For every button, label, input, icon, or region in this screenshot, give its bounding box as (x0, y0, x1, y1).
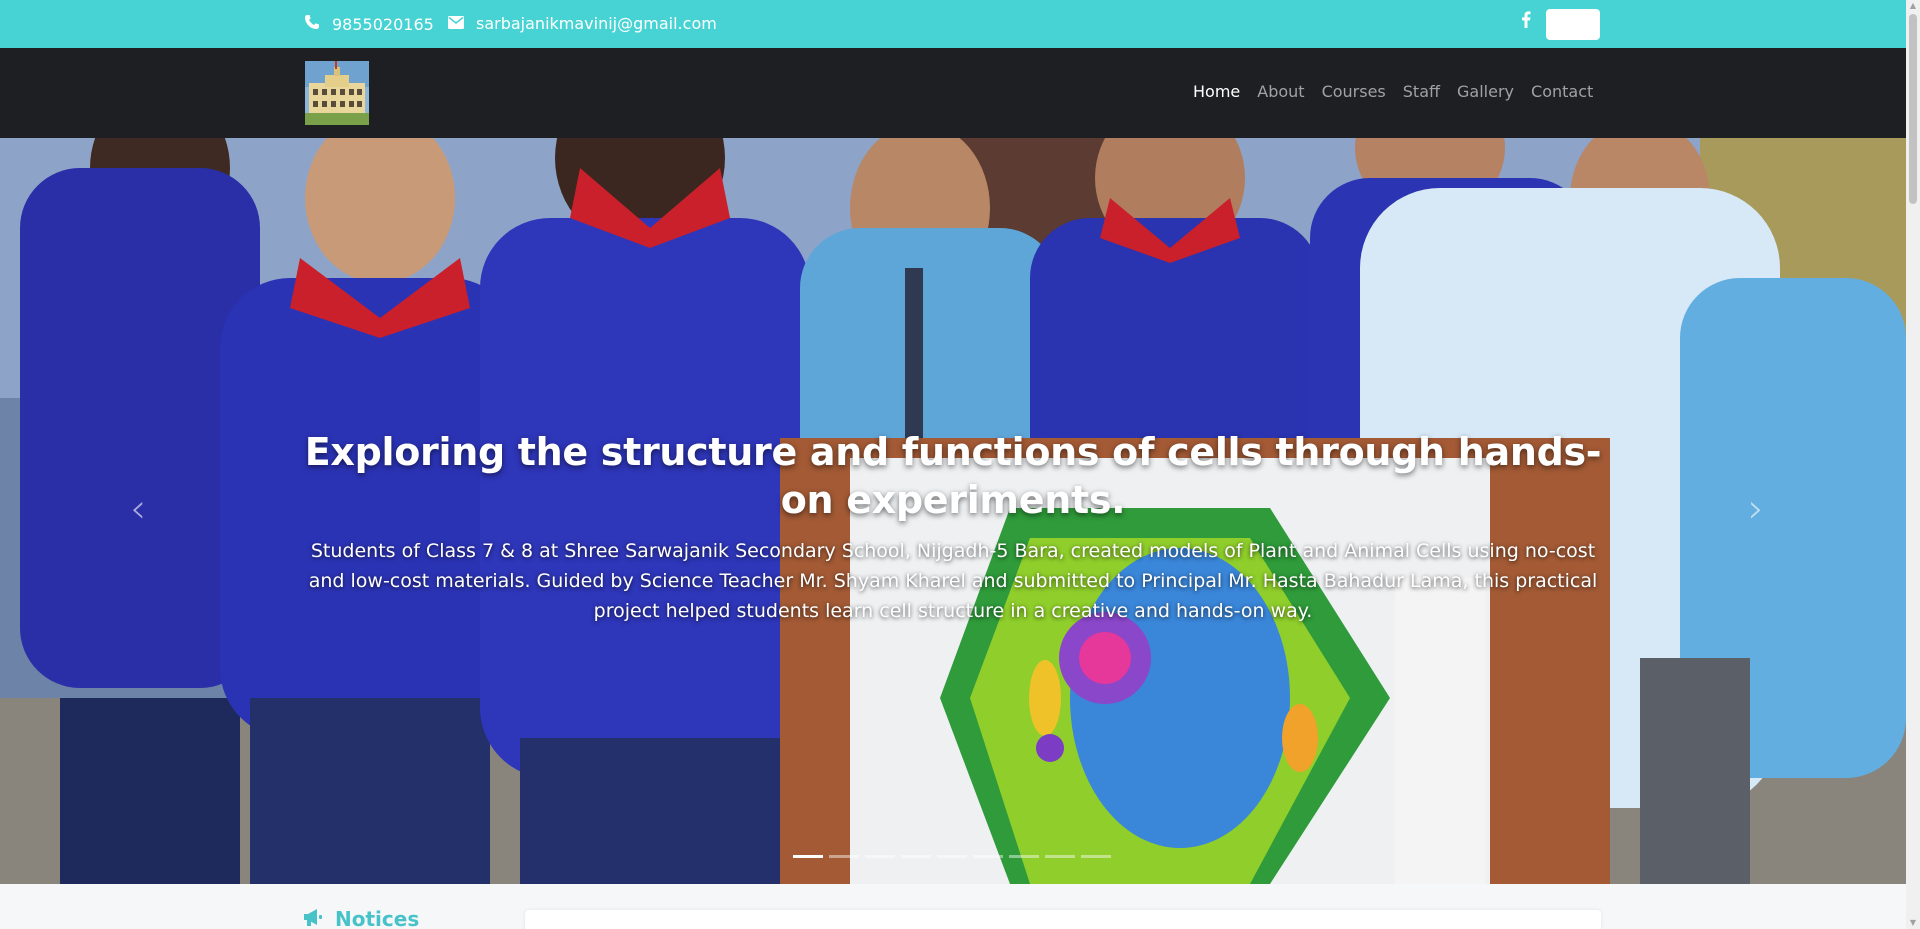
nav-about[interactable]: About (1257, 82, 1304, 101)
carousel-indicator[interactable] (1081, 855, 1111, 858)
main-nav: Home About Courses Staff Gallery Contact (1193, 82, 1593, 101)
nav-home[interactable]: Home (1193, 82, 1240, 101)
hero-description: Students of Class 7 & 8 at Shree Sarwaja… (308, 540, 1598, 622)
chevron-left-icon[interactable]: ‹ (130, 486, 146, 532)
scrollbar-thumb[interactable] (1909, 14, 1917, 204)
carousel-indicator[interactable] (793, 855, 823, 858)
page-scrollbar[interactable]: ▲ ▼ (1906, 0, 1920, 929)
nav-contact[interactable]: Contact (1531, 82, 1593, 101)
carousel-indicators (793, 855, 1111, 858)
carousel-indicator[interactable] (829, 855, 859, 858)
hero-caption: Exploring the structure and functions of… (290, 428, 1616, 626)
carousel-indicator[interactable] (865, 855, 895, 858)
envelope-icon (448, 14, 464, 33)
school-logo[interactable] (305, 61, 369, 125)
carousel-indicator[interactable] (901, 855, 931, 858)
scroll-down-icon[interactable]: ▼ (1909, 919, 1917, 927)
scroll-up-icon[interactable]: ▲ (1909, 2, 1917, 10)
top-contact-bar: 9855020165 sarbajanikmavinij@gmail.com (0, 0, 1906, 48)
phone-icon (304, 14, 320, 34)
email-address: sarbajanikmavinij@gmail.com (476, 14, 717, 33)
nav-gallery[interactable]: Gallery (1457, 82, 1514, 101)
carousel-indicator[interactable] (1045, 855, 1075, 858)
notices-card (525, 910, 1601, 929)
carousel-indicator[interactable] (937, 855, 967, 858)
hero-carousel: Exploring the structure and functions of… (0, 138, 1906, 884)
carousel-indicator[interactable] (973, 855, 1003, 858)
notices-heading: Notices (303, 907, 419, 929)
topbar-button[interactable] (1546, 9, 1600, 40)
email-contact[interactable]: sarbajanikmavinij@gmail.com (448, 14, 717, 33)
phone-contact[interactable]: 9855020165 (304, 14, 434, 34)
megaphone-icon (303, 907, 323, 929)
hero-title: Exploring the structure and functions of… (304, 430, 1602, 522)
carousel-indicator[interactable] (1009, 855, 1039, 858)
chevron-right-icon[interactable]: › (1748, 486, 1764, 532)
notices-title: Notices (335, 907, 420, 929)
nav-courses[interactable]: Courses (1322, 82, 1386, 101)
main-navbar: Home About Courses Staff Gallery Contact (0, 48, 1906, 138)
facebook-icon[interactable] (1521, 11, 1531, 33)
phone-number: 9855020165 (332, 14, 434, 34)
nav-staff[interactable]: Staff (1403, 82, 1440, 101)
